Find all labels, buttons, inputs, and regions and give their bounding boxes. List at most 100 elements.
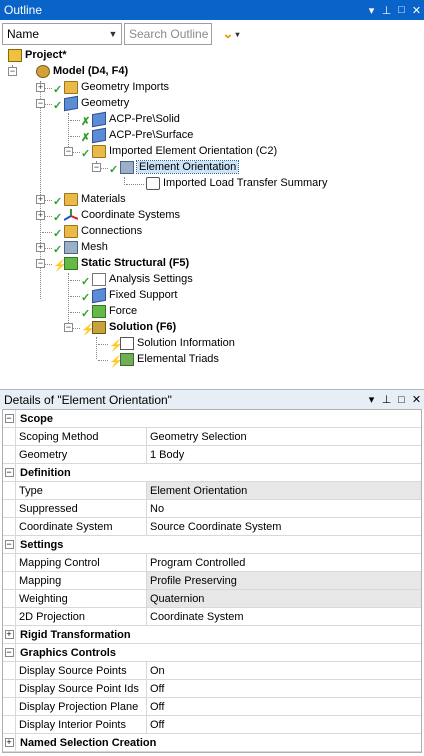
expand-filter-button[interactable]: ⌄ ▾ [216,23,246,45]
collapse-toggle[interactable]: − [4,414,14,423]
expand-toggle[interactable]: + [36,195,45,204]
detail-value[interactable]: Off [147,716,421,733]
collapse-toggle[interactable]: − [64,147,73,156]
detail-row[interactable]: Type Element Orientation [3,482,421,500]
dropdown-icon[interactable]: ▾ [364,392,379,408]
detail-key: Display Interior Points [16,716,147,733]
close-icon[interactable]: ✕ [409,2,424,18]
detail-value[interactable]: Geometry Selection [147,428,421,445]
detail-value[interactable]: Program Controlled [147,554,421,571]
mesh-icon [64,240,78,254]
collapse-toggle[interactable]: − [36,99,45,108]
section-definition[interactable]: − Definition [3,463,421,482]
detail-value[interactable]: On [147,662,421,679]
expand-toggle[interactable]: + [36,243,45,252]
tree-item-coordinate-systems[interactable]: Coordinate Systems [63,207,180,223]
detail-row[interactable]: Coordinate System Source Coordinate Syste… [3,518,421,536]
tree-item-solution-information[interactable]: Solution Information [120,335,235,351]
tree-item-materials[interactable]: Materials [64,191,126,207]
collapse-toggle[interactable]: − [92,163,101,172]
tree-item-load-transfer-summary[interactable]: Imported Load Transfer Summary [146,175,327,191]
detail-row[interactable]: Scoping Method Geometry Selection [3,428,421,446]
tree-item-label: Analysis Settings [109,273,193,285]
force-icon [92,304,106,318]
expand-toggle[interactable]: + [36,211,45,220]
tree-item-geometry[interactable]: Geometry [64,95,129,111]
detail-row[interactable]: 2D Projection Coordinate System [3,608,421,626]
collapse-toggle[interactable]: − [4,540,14,549]
detail-row[interactable]: Weighting Quaternion [3,590,421,608]
section-named-selection-creation[interactable]: + Named Selection Creation [3,733,421,752]
tree-item-imported-element-orientation[interactable]: Imported Element Orientation (C2) [92,143,277,159]
tree-item-fixed-support[interactable]: Fixed Support [92,287,177,303]
tree-item-mesh[interactable]: Mesh [64,239,108,255]
tree-item-label: Model (D4, F4) [53,65,129,77]
section-graphics-controls[interactable]: − Graphics Controls [3,643,421,662]
tree-item-solution[interactable]: Solution (F6) [92,319,176,335]
check-icon: ✓ [53,228,63,240]
detail-row[interactable]: Mapping Control Program Controlled [3,554,421,572]
tree-item-elemental-triads[interactable]: Elemental Triads [120,351,219,367]
section-scope[interactable]: − Scope [3,409,421,428]
collapse-toggle[interactable]: − [4,468,14,477]
expand-toggle[interactable]: + [4,738,14,747]
static-structural-icon [64,256,78,270]
chevron-down-icon[interactable]: ▼ [105,29,121,39]
detail-value[interactable]: 1 Body [147,446,421,463]
details-title: Details of "Element Orientation" [4,392,172,407]
detail-value[interactable]: No [147,500,421,517]
geometry-icon [64,95,78,111]
collapse-toggle[interactable]: − [64,323,73,332]
pin-icon[interactable]: ⊥ [379,2,394,18]
section-settings[interactable]: − Settings [3,535,421,554]
detail-row[interactable]: Mapping Profile Preserving [3,572,421,590]
collapse-toggle[interactable]: − [36,259,45,268]
restore-icon[interactable]: □ [394,2,409,18]
section-rigid-transformation[interactable]: + Rigid Transformation [3,625,421,644]
tree-item-geometry-imports[interactable]: Geometry Imports [64,79,169,95]
pin-icon[interactable]: ⊥ [379,392,394,408]
search-input[interactable]: Search Outline [124,23,212,45]
detail-row[interactable]: Display Source Points On [3,662,421,680]
detail-row[interactable]: Display Interior Points Off [3,716,421,734]
tree-item-acp-surface[interactable]: ACP-Pre\Surface [92,127,193,143]
tree-item-label: Geometry [81,97,130,109]
detail-value[interactable]: Source Coordinate System [147,518,421,535]
tree-item-project[interactable]: Project* [8,47,67,63]
section-label: Settings [20,538,64,551]
tree-item-static-structural[interactable]: Static Structural (F5) [64,255,189,271]
dropdown-icon[interactable]: ▾ [364,2,379,18]
element-orientation-icon [120,160,134,174]
detail-row[interactable]: Display Source Point Ids Off [3,680,421,698]
detail-value[interactable]: Off [147,698,421,715]
tree-item-label: ACP-Pre\Surface [109,129,194,141]
tree-item-connections[interactable]: Connections [64,223,142,239]
detail-row[interactable]: Geometry 1 Body [3,446,421,464]
expand-toggle[interactable]: + [4,630,14,639]
detail-row[interactable]: Suppressed No [3,500,421,518]
tree-item-label: Element Orientation [135,160,240,174]
tree-item-acp-solid[interactable]: ACP-Pre\Solid [92,111,180,127]
tree-item-force[interactable]: Force [92,303,137,319]
detail-value[interactable]: Coordinate System [147,608,421,625]
project-icon [8,48,22,62]
detail-value[interactable]: Off [147,680,421,697]
restore-icon[interactable]: □ [394,392,409,408]
detail-key: Display Projection Plane [16,698,147,715]
check-x-icon: ✗ [81,132,91,144]
tree-item-label: Solution Information [137,337,235,349]
check-icon: ✓ [53,196,63,208]
collapse-toggle[interactable]: − [8,67,17,76]
solution-information-icon [120,336,134,350]
detail-key: Geometry [16,446,147,463]
collapse-toggle[interactable]: − [4,648,14,657]
tree-item-element-orientation[interactable]: Element Orientation [120,159,240,175]
tree-item-analysis-settings[interactable]: Analysis Settings [92,271,193,287]
close-icon[interactable]: ✕ [409,392,424,408]
details-grid: − Scope Scoping Method Geometry Selection… [2,409,422,753]
comment-icon [146,176,160,190]
filter-combo[interactable]: Name ▼ [2,23,122,45]
detail-row[interactable]: Display Projection Plane Off [3,698,421,716]
expand-toggle[interactable]: + [36,83,45,92]
tree-item-model[interactable]: Model (D4, F4) [36,63,128,79]
